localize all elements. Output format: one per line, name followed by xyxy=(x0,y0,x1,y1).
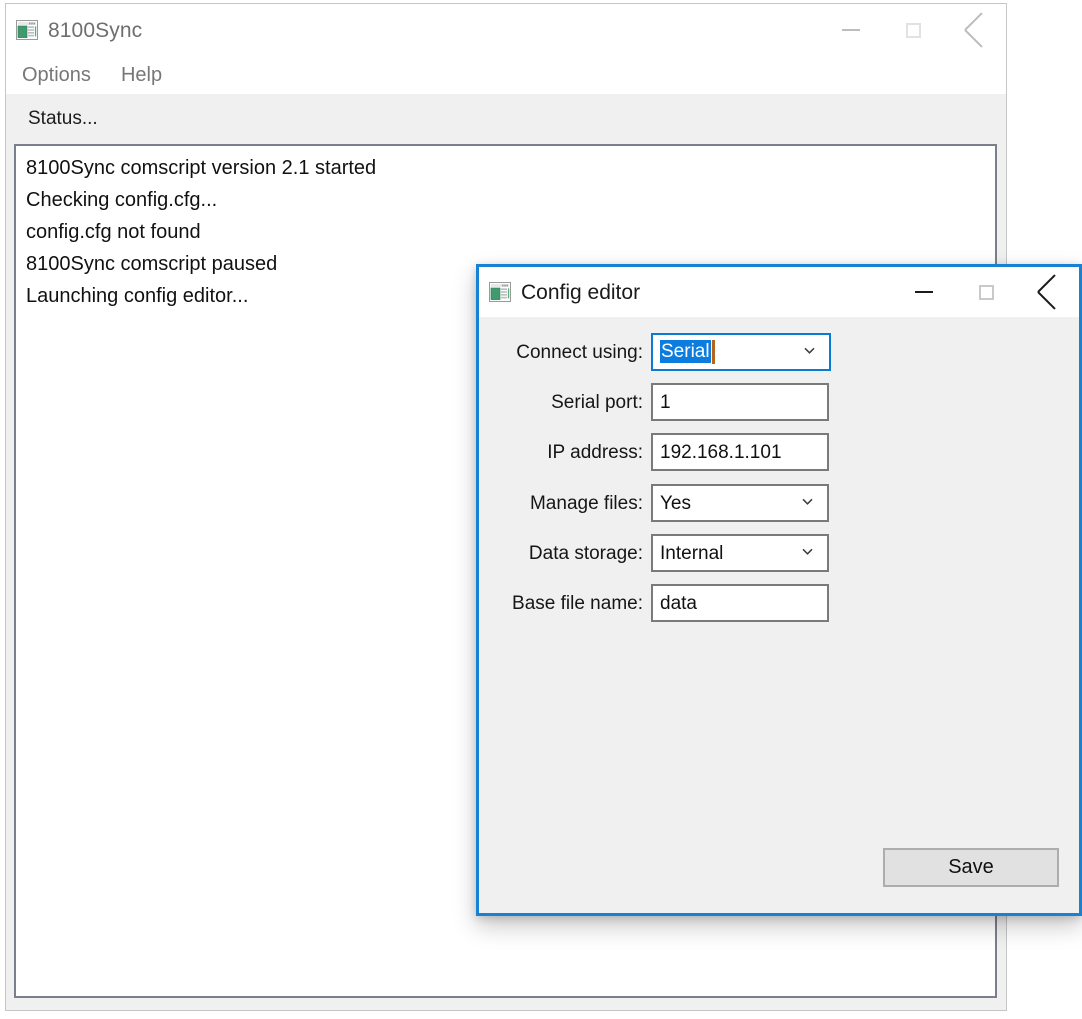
field-row-ip-address: IP address: 192.168.1.101 xyxy=(499,433,1061,471)
text-caret xyxy=(711,340,715,364)
menu-item-help[interactable]: Help xyxy=(121,65,162,85)
dialog-maximize-button[interactable] xyxy=(955,267,1017,317)
main-caption-buttons xyxy=(820,4,1006,56)
dialog-client-area: Connect using: Serial Serial port: 1 IP … xyxy=(479,317,1079,913)
field-row-serial-port: Serial port: 1 xyxy=(499,383,1061,421)
dialog-caption-buttons xyxy=(893,267,1079,317)
textbox-serial-port[interactable]: 1 xyxy=(651,383,829,421)
app-window-icon xyxy=(489,282,511,302)
log-line: Checking config.cfg... xyxy=(26,189,218,211)
maximize-icon xyxy=(978,284,994,300)
config-editor-dialog: Config editor Connect using: Serial Seri… xyxy=(476,264,1082,916)
main-maximize-button[interactable] xyxy=(882,4,944,56)
main-window-title: 8100Sync xyxy=(48,18,143,42)
log-line: 8100Sync comscript version 2.1 started xyxy=(26,157,377,179)
combobox-manage-files[interactable]: Yes xyxy=(651,484,829,522)
textbox-serial-port-value: 1 xyxy=(660,391,671,413)
label-base-file-name: Base file name: xyxy=(512,592,643,614)
main-menubar: Options Help xyxy=(6,56,1006,94)
chevron-down-icon xyxy=(804,347,815,354)
dialog-close-button[interactable] xyxy=(1017,267,1079,317)
label-ip-address: IP address: xyxy=(547,441,643,463)
minimize-icon xyxy=(842,29,860,31)
combobox-connect-using-value: Serial xyxy=(660,340,711,363)
label-serial-port: Serial port: xyxy=(551,391,643,413)
main-minimize-button[interactable] xyxy=(820,4,882,56)
log-line: config.cfg not found xyxy=(26,221,201,243)
minimize-icon xyxy=(915,291,933,293)
main-window-titlebar[interactable]: 8100Sync xyxy=(6,4,1006,56)
status-label: Status... xyxy=(28,108,98,129)
combobox-connect-using[interactable]: Serial xyxy=(651,333,831,371)
app-window-icon xyxy=(16,20,38,40)
dialog-title: Config editor xyxy=(521,280,641,304)
combobox-data-storage-value: Internal xyxy=(660,542,724,564)
close-icon xyxy=(1038,282,1058,302)
save-button[interactable]: Save xyxy=(883,848,1059,887)
label-data-storage: Data storage: xyxy=(528,542,643,564)
field-row-connect-using: Connect using: Serial xyxy=(499,333,1061,371)
label-manage-files: Manage files: xyxy=(529,492,643,514)
chevron-down-icon xyxy=(802,498,813,505)
maximize-icon xyxy=(905,22,921,38)
field-row-manage-files: Manage files: Yes xyxy=(499,484,1061,522)
chevron-down-icon xyxy=(802,548,813,555)
dialog-minimize-button[interactable] xyxy=(893,267,955,317)
close-icon xyxy=(965,20,985,40)
combobox-manage-files-value: Yes xyxy=(660,492,691,514)
field-row-base-file-name: Base file name: data xyxy=(499,584,1061,622)
label-connect-using: Connect using: xyxy=(516,341,643,363)
textbox-ip-address[interactable]: 192.168.1.101 xyxy=(651,433,829,471)
field-row-data-storage: Data storage: Internal xyxy=(499,534,1061,572)
textbox-base-file-name[interactable]: data xyxy=(651,584,829,622)
menu-item-options[interactable]: Options xyxy=(22,65,91,85)
combobox-data-storage[interactable]: Internal xyxy=(651,534,829,572)
main-close-button[interactable] xyxy=(944,4,1006,56)
dialog-titlebar[interactable]: Config editor xyxy=(479,267,1079,317)
textbox-base-file-name-value: data xyxy=(660,592,697,614)
textbox-ip-address-value: 192.168.1.101 xyxy=(660,441,782,463)
